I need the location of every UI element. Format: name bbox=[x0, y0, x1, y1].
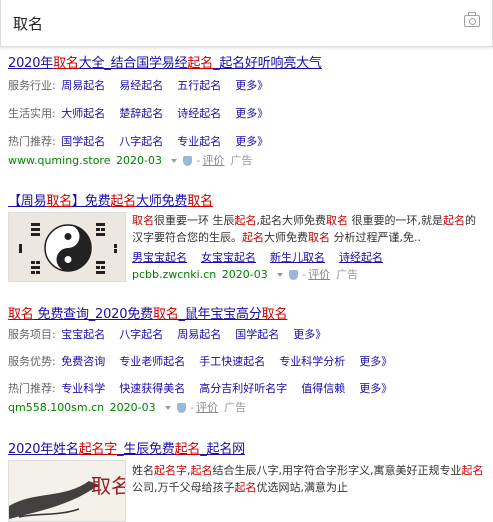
result-description: 取名很重要一环 生辰起名,起名大师免费取名 很重要的一环,就是起名的汉字要符合您… bbox=[132, 214, 476, 244]
sitelink-row: 热门推荐: 国学起名 八字起名 专业起名 更多》 bbox=[8, 131, 488, 153]
result-date: 2020-03 bbox=[109, 401, 156, 414]
sitelink[interactable]: 国学起名 bbox=[235, 328, 279, 341]
more-link[interactable]: 更多》 bbox=[235, 135, 268, 148]
shield-icon bbox=[183, 156, 193, 166]
sitelink[interactable]: 专业老师起名 bbox=[119, 355, 185, 368]
result-date: 2020-03 bbox=[221, 268, 268, 281]
sitelink[interactable]: 女宝宝起名 bbox=[201, 251, 256, 264]
sitelink[interactable]: 国学起名 bbox=[61, 135, 105, 148]
result-url-line: pcbb.zwcnki.cn 2020-03 - 评价 广告 bbox=[132, 268, 359, 281]
sitelink[interactable]: 手工快速起名 bbox=[199, 355, 265, 368]
search-bar bbox=[0, 0, 493, 47]
row-label: 服务优势: bbox=[8, 355, 56, 368]
sitelink[interactable]: 新生儿取名 bbox=[270, 251, 325, 264]
ad-label: 广告 bbox=[230, 154, 253, 167]
shield-icon bbox=[289, 270, 299, 280]
yin-yang-icon bbox=[9, 213, 125, 281]
sitelink[interactable]: 专业科学 bbox=[61, 382, 105, 395]
sitelink-row: 生活实用: 大师起名 楚辞起名 诗经起名 更多》 bbox=[8, 103, 488, 125]
thumbnail-calligraphy-text: 取名 bbox=[91, 474, 126, 498]
sitelink[interactable]: 八字起名 bbox=[119, 328, 163, 341]
yin-yang-thumbnail[interactable] bbox=[8, 212, 126, 282]
sitelink[interactable]: 大师起名 bbox=[61, 107, 105, 120]
result-title[interactable]: 2020年取名大全_结合国学易经起名_起名好听响亮大气 bbox=[8, 52, 488, 71]
sitelink-row: 服务行业: 周易起名 易经起名 五行起名 更多》 bbox=[8, 75, 488, 97]
sitelink[interactable]: 专业科学分析 bbox=[279, 355, 345, 368]
row-label: 生活实用: bbox=[8, 107, 56, 120]
row-label: 服务行业: bbox=[8, 79, 56, 92]
sitelink[interactable]: 易经起名 bbox=[119, 79, 163, 92]
rate-link[interactable]: 评价 bbox=[308, 268, 330, 281]
result-3: 取名 免费查询_2020免费取名_鼠年宝宝高分取名 服务项目: 宝宝起名 八字起名… bbox=[8, 303, 488, 416]
sitelink-row: 服务项目: 宝宝起名 八字起名 周易起名 国学起名 更多》 bbox=[8, 324, 488, 346]
ad-label: 广告 bbox=[224, 401, 247, 414]
result-url: www.quming.store bbox=[8, 154, 111, 167]
sitelink[interactable]: 诗经起名 bbox=[177, 107, 221, 120]
sitelink[interactable]: 高分吉利好听名字 bbox=[199, 382, 287, 395]
result-url-line: qm558.100sm.cn 2020-03 - 评价 广告 bbox=[8, 401, 247, 414]
sitelink[interactable]: 周易起名 bbox=[177, 328, 221, 341]
result-url: pcbb.zwcnki.cn bbox=[132, 268, 217, 281]
result-4: 2020年姓名起名字_生辰免费起名_起名网 取名 姓名起名字,起名结合生辰八字,… bbox=[8, 438, 488, 522]
ad-label: 广告 bbox=[336, 268, 359, 281]
sublinks: 男宝宝起名 女宝宝起名 新生儿取名 诗经起名 bbox=[132, 249, 397, 265]
rate-link[interactable]: 评价 bbox=[202, 154, 224, 167]
sitelink-row: 热门推荐: 专业科学 快速获得美名 高分吉利好听名字 值得信赖 更多》 bbox=[8, 378, 488, 400]
sitelink[interactable]: 专业起名 bbox=[177, 135, 221, 148]
sitelink-row: 服务优势: 免费咨询 专业老师起名 手工快速起名 专业科学分析 更多》 bbox=[8, 351, 488, 373]
more-link[interactable]: 更多》 bbox=[359, 355, 392, 368]
row-label: 热门推荐: bbox=[8, 135, 56, 148]
sitelink[interactable]: 免费咨询 bbox=[61, 355, 105, 368]
shield-icon bbox=[177, 403, 187, 413]
camera-icon[interactable] bbox=[464, 12, 480, 27]
result-url-line: www.quming.store 2020-03 - 评价 广告 bbox=[8, 154, 253, 167]
result-date: 2020-03 bbox=[115, 154, 162, 167]
sitelink[interactable]: 值得信赖 bbox=[301, 382, 345, 395]
sitelink[interactable]: 男宝宝起名 bbox=[132, 251, 187, 264]
brush-image-icon: 取名 bbox=[9, 461, 126, 521]
result-1: 2020年取名大全_结合国学易经起名_起名好听响亮大气 服务行业: 周易起名 易经… bbox=[8, 52, 488, 169]
result-title[interactable]: 2020年姓名起名字_生辰免费起名_起名网 bbox=[8, 438, 488, 457]
sitelink[interactable]: 周易起名 bbox=[61, 79, 105, 92]
sitelink[interactable]: 五行起名 bbox=[177, 79, 221, 92]
more-link[interactable]: 更多》 bbox=[359, 382, 392, 395]
chevron-down-icon[interactable] bbox=[165, 405, 172, 410]
row-label: 服务项目: bbox=[8, 328, 56, 341]
calligraphy-thumbnail[interactable]: 取名 bbox=[8, 460, 126, 522]
more-link[interactable]: 更多》 bbox=[293, 328, 326, 341]
result-title[interactable]: 取名 免费查询_2020免费取名_鼠年宝宝高分取名 bbox=[8, 303, 488, 322]
more-link[interactable]: 更多》 bbox=[235, 79, 268, 92]
result-2: 【周易取名】免费起名大师免费取名 取名很重要一环 生辰起名,起名大师免费取名 很… bbox=[8, 190, 488, 290]
sitelink[interactable]: 宝宝起名 bbox=[61, 328, 105, 341]
rate-link[interactable]: 评价 bbox=[196, 401, 218, 414]
sitelink[interactable]: 八字起名 bbox=[119, 135, 163, 148]
sitelink[interactable]: 诗经起名 bbox=[339, 251, 383, 264]
more-link[interactable]: 更多》 bbox=[235, 107, 268, 120]
sitelink[interactable]: 楚辞起名 bbox=[119, 107, 163, 120]
search-input[interactable] bbox=[13, 12, 443, 34]
chevron-down-icon[interactable] bbox=[277, 272, 284, 277]
row-label: 热门推荐: bbox=[8, 382, 56, 395]
sitelink[interactable]: 快速获得美名 bbox=[119, 382, 185, 395]
result-description: 姓名起名字,起名结合生辰八字,用字符合字形字义,寓意美好正规专业起名公司,万千父… bbox=[132, 464, 484, 494]
result-url: qm558.100sm.cn bbox=[8, 401, 105, 414]
chevron-down-icon[interactable] bbox=[171, 158, 178, 163]
result-title[interactable]: 【周易取名】免费起名大师免费取名 bbox=[8, 190, 488, 209]
